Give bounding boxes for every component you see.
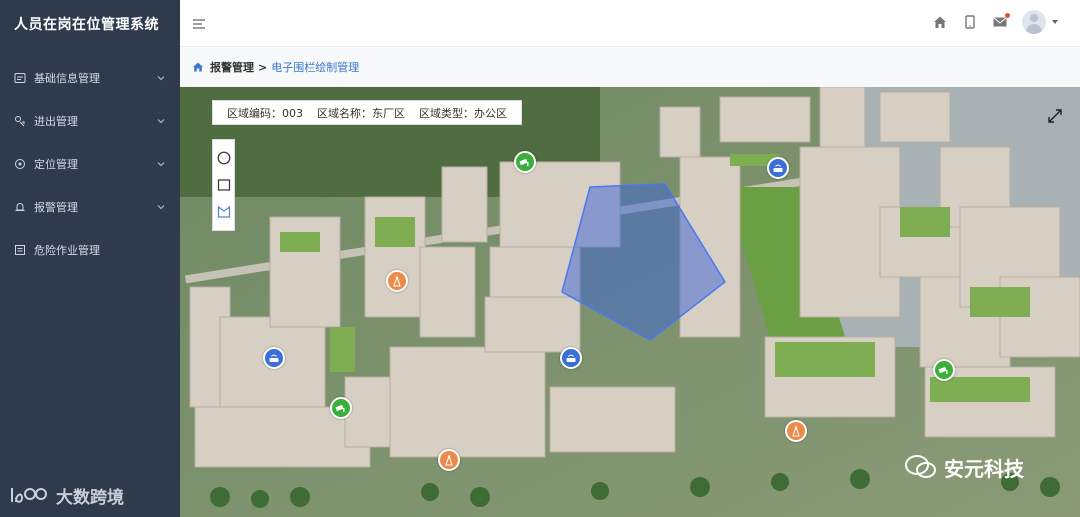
region-type: 区域类型：办公区	[419, 106, 507, 120]
map-canvas[interactable]: 区域编码：003 区域名称：东厂区 区域类型：办公区 安元科技	[180, 87, 1080, 517]
sidebar: 人员在岗在位管理系统 基础信息管理 进出管理 定位管理 报警管理 危险作业管理 …	[0, 0, 180, 517]
brand-logo-icon	[11, 488, 47, 503]
sidebar-item-hazard-work[interactable]: 危险作业管理	[0, 228, 180, 271]
chevron-down-icon	[156, 202, 166, 212]
breadcrumb: 报警管理 > 电子围栏绘制管理	[180, 47, 1080, 87]
top-header	[180, 0, 1080, 47]
region-info-bar: 区域编码：003 区域名称：东厂区 区域类型：办公区	[212, 100, 522, 125]
notification-dot	[1005, 13, 1010, 18]
chevron-down-icon	[156, 73, 166, 83]
sidebar-item-basic-info[interactable]: 基础信息管理	[0, 56, 180, 99]
camera-marker-icon[interactable]	[514, 151, 536, 173]
sidebar-item-alarm[interactable]: 报警管理	[0, 185, 180, 228]
sidebar-item-label: 定位管理	[34, 157, 78, 171]
watermark-right-text: 安元科技	[944, 456, 1024, 481]
database-icon	[14, 72, 26, 84]
signal-tower-marker-icon[interactable]	[785, 420, 807, 442]
chevron-down-icon[interactable]	[1052, 20, 1058, 24]
watermark-right: 安元科技	[894, 449, 1080, 485]
breadcrumb-separator: >	[258, 60, 268, 74]
breadcrumb-item-alarm[interactable]: 报警管理	[210, 59, 254, 75]
app-title: 人员在岗在位管理系统	[14, 17, 159, 33]
location-icon	[14, 158, 26, 170]
home-icon[interactable]	[192, 61, 204, 73]
sidebar-item-location[interactable]: 定位管理	[0, 142, 180, 185]
watermark-left-text: 大数跨境	[56, 487, 124, 508]
sidebar-item-label: 进出管理	[34, 114, 78, 128]
wechat-icon	[905, 455, 936, 478]
region-name: 区域名称：东厂区	[317, 106, 405, 120]
rectangle-tool-icon[interactable]	[217, 178, 231, 192]
tablet-icon[interactable]	[962, 14, 978, 30]
signal-tower-marker-icon[interactable]	[386, 270, 408, 292]
sidebar-item-entry-exit[interactable]: 进出管理	[0, 99, 180, 142]
user-avatar[interactable]	[1022, 10, 1046, 34]
hazard-work-icon	[14, 244, 26, 256]
fullscreen-expand-icon[interactable]	[1046, 107, 1064, 125]
sidebar-item-label: 报警管理	[34, 200, 78, 214]
alarm-bell-icon	[14, 201, 26, 213]
chevron-down-icon	[156, 159, 166, 169]
entry-exit-icon	[14, 115, 26, 127]
sidebar-item-label: 危险作业管理	[34, 243, 100, 257]
draw-toolbox	[212, 139, 235, 231]
watermark-left: 大数跨境	[8, 482, 124, 508]
router-marker-icon[interactable]	[263, 347, 285, 369]
breadcrumb-item-current: 电子围栏绘制管理	[271, 61, 360, 74]
camera-marker-icon[interactable]	[933, 359, 955, 381]
chevron-down-icon	[156, 116, 166, 126]
circle-tool-icon[interactable]	[217, 151, 231, 165]
router-marker-icon[interactable]	[767, 157, 789, 179]
router-marker-icon[interactable]	[560, 347, 582, 369]
mail-icon[interactable]	[992, 13, 1010, 30]
signal-tower-marker-icon[interactable]	[438, 449, 460, 471]
sidebar-menu: 基础信息管理 进出管理 定位管理 报警管理 危险作业管理	[0, 56, 180, 271]
region-code: 区域编码：003	[227, 106, 303, 120]
polygon-tool-icon[interactable]	[217, 205, 231, 219]
home-icon[interactable]	[932, 14, 948, 30]
camera-marker-icon[interactable]	[330, 397, 352, 419]
menu-toggle-icon[interactable]	[192, 16, 206, 30]
sidebar-item-label: 基础信息管理	[34, 71, 100, 85]
header-icons	[918, 10, 1058, 34]
